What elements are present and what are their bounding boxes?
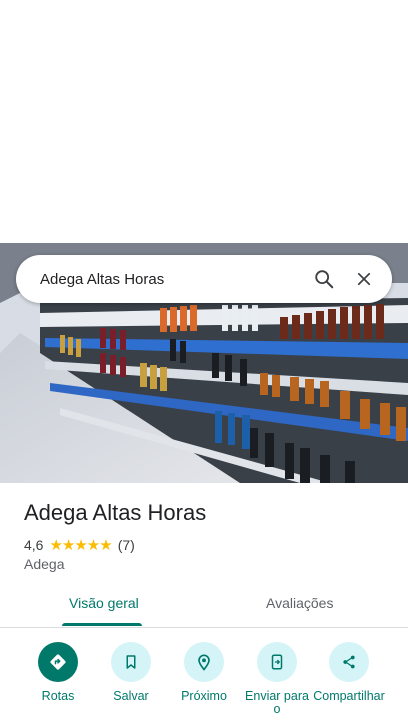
directions-label: Rotas <box>41 689 75 703</box>
send-to-phone-button[interactable]: Enviar para o <box>237 642 317 716</box>
nearby-button[interactable]: Próximo <box>164 642 244 703</box>
directions-button[interactable]: Rotas <box>18 642 98 703</box>
tab-bar: Visão geral Avaliações <box>0 585 408 628</box>
rating-value: 4,6 <box>24 537 44 553</box>
tab-overview[interactable]: Visão geral <box>69 595 139 611</box>
place-title: Adega Altas Horas <box>24 500 207 525</box>
nearby-icon <box>184 642 224 682</box>
send-to-phone-label: Enviar para o <box>245 689 309 716</box>
bookmark-icon <box>111 642 151 682</box>
tab-reviews[interactable]: Avaliações <box>266 595 333 611</box>
place-category: Adega <box>24 556 65 572</box>
share-icon <box>329 642 369 682</box>
action-bar: Rotas Salvar Próximo Enviar para o Compa… <box>0 642 408 726</box>
save-label: Salvar <box>113 689 149 703</box>
send-to-phone-icon <box>257 642 297 682</box>
star-rating-icon: ★★★★★ <box>49 537 112 554</box>
close-icon[interactable] <box>344 259 384 299</box>
rating-row[interactable]: 4,6 ★★★★★ (7) <box>24 536 135 554</box>
review-count: (7) <box>117 537 135 553</box>
directions-icon <box>38 642 78 682</box>
save-button[interactable]: Salvar <box>91 642 171 703</box>
search-input[interactable]: Adega Altas Horas <box>16 271 304 288</box>
share-button[interactable]: Compartilhar <box>309 642 389 703</box>
search-bar[interactable]: Adega Altas Horas <box>16 255 392 303</box>
active-tab-indicator <box>62 623 142 626</box>
share-label: Compartilhar <box>313 689 385 703</box>
nearby-label: Próximo <box>181 689 227 703</box>
search-icon[interactable] <box>304 259 344 299</box>
